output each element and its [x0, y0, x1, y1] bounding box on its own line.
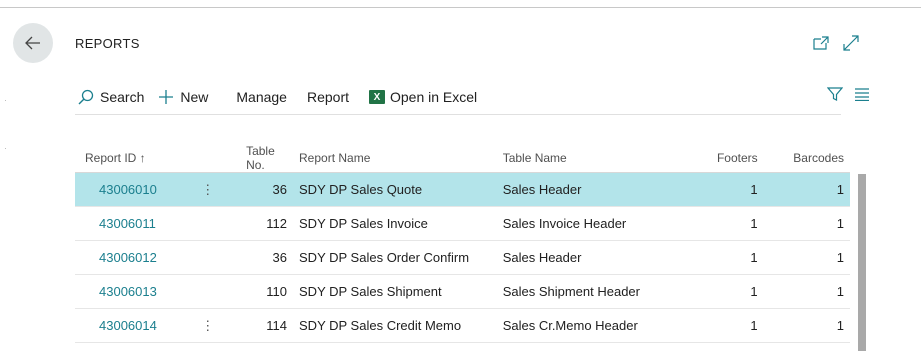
- barcodes-cell: 1: [777, 274, 850, 309]
- footers-cell: 1: [685, 206, 778, 241]
- table-no-cell: 112: [246, 206, 300, 241]
- report-id-link[interactable]: 43006012: [75, 240, 202, 275]
- footers-cell: 1: [685, 172, 778, 207]
- view-controls: [827, 86, 869, 102]
- table-name-cell: Sales Shipment Header: [502, 274, 686, 309]
- new-button[interactable]: New: [158, 89, 208, 105]
- table-row[interactable]: 43006014 ⋮ 114 SDY DP Sales Credit Memo …: [75, 308, 850, 343]
- new-label: New: [180, 89, 209, 105]
- report-name-cell: SDY DP Sales Order Confirm: [299, 240, 503, 275]
- column-header-footers[interactable]: Footers: [685, 144, 778, 173]
- left-edge-mark: [5, 148, 6, 149]
- left-edge-mark: [5, 100, 6, 101]
- column-header-report-id[interactable]: Report ID ↑: [75, 144, 202, 173]
- report-id-link[interactable]: 43006013: [75, 274, 202, 309]
- list-view-icon: [855, 88, 869, 101]
- table-no-cell: 110: [246, 274, 300, 309]
- table-header-row: Report ID ↑ Table No. Report Name Table …: [75, 144, 850, 173]
- table-name-cell: Sales Header: [502, 240, 686, 275]
- barcodes-cell: 1: [777, 206, 850, 241]
- back-button[interactable]: [13, 23, 53, 63]
- search-icon: [78, 89, 94, 105]
- manage-label: Manage: [236, 89, 287, 105]
- report-name-cell: SDY DP Sales Invoice: [299, 206, 503, 241]
- manage-menu[interactable]: Manage: [236, 89, 287, 105]
- more-options-icon[interactable]: [201, 240, 247, 275]
- report-id-link[interactable]: 43006014: [75, 308, 202, 343]
- report-name-cell: SDY DP Sales Quote: [299, 172, 503, 207]
- table-no-cell: 36: [246, 240, 300, 275]
- back-arrow-icon: [25, 36, 40, 50]
- search-button[interactable]: Search: [78, 89, 144, 105]
- more-options-icon[interactable]: ⋮: [201, 172, 247, 207]
- footers-cell: 1: [685, 308, 778, 343]
- excel-icon: X: [369, 90, 385, 104]
- open-in-excel-button[interactable]: X Open in Excel: [369, 89, 477, 105]
- barcodes-cell: 1: [777, 240, 850, 275]
- table-row[interactable]: 43006013 110 SDY DP Sales Shipment Sales…: [75, 274, 850, 309]
- column-header-table-no[interactable]: Table No.: [246, 144, 300, 173]
- table-scrollbar[interactable]: [858, 174, 866, 351]
- table-row[interactable]: 43006010 ⋮ 36 SDY DP Sales Quote Sales H…: [75, 172, 850, 207]
- table-name-cell: Sales Invoice Header: [502, 206, 686, 241]
- more-options-icon[interactable]: [201, 206, 247, 241]
- report-name-cell: SDY DP Sales Credit Memo: [299, 308, 503, 343]
- open-in-excel-label: Open in Excel: [390, 89, 478, 105]
- report-id-link[interactable]: 43006010: [75, 172, 202, 207]
- filter-icon: [827, 87, 843, 101]
- more-options-icon[interactable]: [201, 274, 247, 309]
- column-header-spacer: [201, 144, 247, 173]
- report-label: Report: [306, 89, 349, 105]
- action-bar-divider: [75, 114, 841, 115]
- column-header-table-name[interactable]: Table Name: [502, 144, 686, 173]
- column-header-report-name[interactable]: Report Name: [299, 144, 503, 173]
- action-bar: Search New Manage Report X Open in Excel: [78, 86, 497, 108]
- more-options-icon[interactable]: ⋮: [201, 308, 247, 343]
- table-no-cell: 36: [246, 172, 300, 207]
- column-header-barcodes[interactable]: Barcodes: [777, 144, 850, 173]
- table-name-cell: Sales Cr.Memo Header: [502, 308, 686, 343]
- table-row[interactable]: 43006012 36 SDY DP Sales Order Confirm S…: [75, 240, 850, 275]
- table-no-cell: 114: [246, 308, 300, 343]
- top-band: [0, 0, 921, 8]
- filter-button[interactable]: [827, 86, 843, 102]
- table-row[interactable]: 43006011 112 SDY DP Sales Invoice Sales …: [75, 206, 850, 241]
- search-label: Search: [100, 89, 145, 105]
- header-icons: [811, 33, 861, 53]
- open-in-new-window-button[interactable]: [811, 33, 831, 53]
- list-view-button[interactable]: [855, 87, 869, 101]
- plus-icon: [159, 90, 174, 104]
- reports-table: Report ID ↑ Table No. Report Name Table …: [75, 144, 850, 343]
- expand-button[interactable]: [841, 33, 861, 53]
- page-title: REPORTS: [75, 36, 140, 51]
- open-in-new-window-icon: [813, 36, 829, 50]
- report-id-link[interactable]: 43006011: [75, 206, 202, 241]
- table-name-cell: Sales Header: [502, 172, 686, 207]
- barcodes-cell: 1: [777, 172, 850, 207]
- footers-cell: 1: [685, 240, 778, 275]
- expand-icon: [843, 35, 859, 51]
- barcodes-cell: 1: [777, 308, 850, 343]
- report-name-cell: SDY DP Sales Shipment: [299, 274, 503, 309]
- footers-cell: 1: [685, 274, 778, 309]
- report-menu[interactable]: Report: [307, 89, 349, 105]
